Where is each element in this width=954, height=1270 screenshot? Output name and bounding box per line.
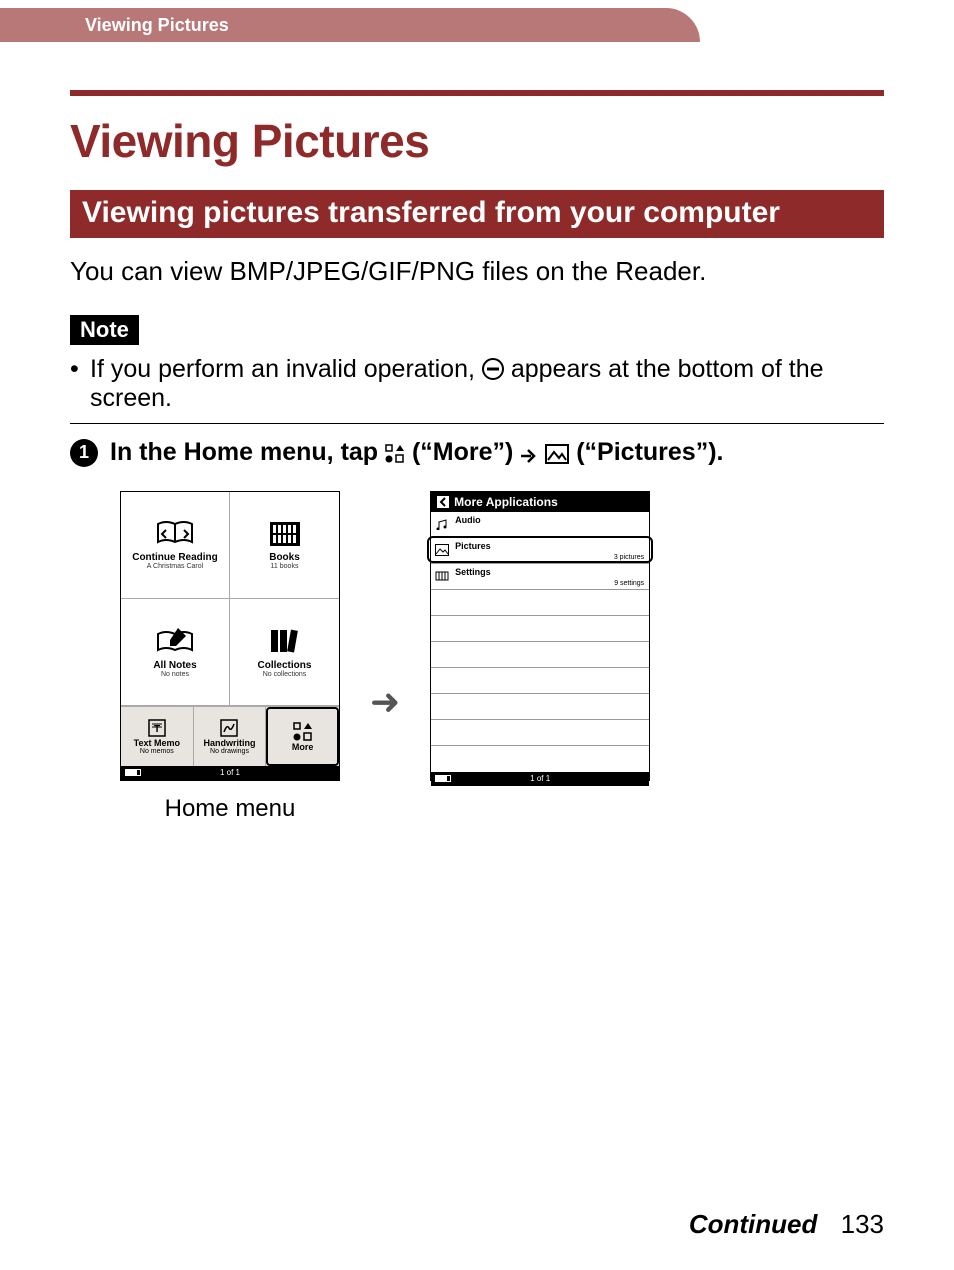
page-title: Viewing Pictures (70, 114, 884, 168)
bookshelf-icon (268, 520, 302, 548)
status-bar: 1 of 1 (121, 766, 339, 780)
list-label: Audio (455, 515, 481, 525)
home-menu-screenshot: Continue Reading A Christmas Carol Books… (120, 491, 340, 781)
cell-title: All Notes (153, 660, 196, 671)
note-text: •If you perform an invalid operation, ap… (70, 355, 884, 413)
list-label: Settings (455, 567, 491, 577)
section-heading: Viewing pictures transferred from your c… (70, 190, 884, 238)
text-memo-icon: T (147, 718, 167, 738)
list-item-empty (431, 694, 649, 720)
step-number-badge: 1 (70, 439, 98, 467)
home-cell-continue-reading: Continue Reading A Christmas Carol (121, 492, 230, 599)
battery-icon (125, 769, 141, 776)
home-menu-caption: Home menu (120, 795, 340, 823)
pictures-icon (545, 444, 569, 464)
invalid-operation-icon (482, 358, 504, 380)
continued-label: Continued (689, 1209, 818, 1239)
list-item-empty (431, 642, 649, 668)
page-footer: Continued 133 (689, 1209, 884, 1240)
battery-icon (435, 775, 451, 782)
list-item-settings: Settings 9 settings (431, 564, 649, 590)
arrow-right-large-icon: ➜ (370, 681, 400, 723)
step-more-label: (“More”) (412, 438, 520, 466)
list-item-pictures: Pictures 3 pictures (431, 538, 649, 564)
step-pictures-label: (“Pictures”). (576, 438, 723, 466)
list-count: 3 pictures (614, 554, 644, 561)
list-item-empty (431, 720, 649, 746)
cell-subtitle: No notes (161, 671, 189, 678)
home-cell-collections: Collections No collections (230, 599, 339, 706)
more-apps-title: More Applications (454, 495, 558, 509)
cell-subtitle: 11 books (271, 563, 299, 570)
step-divider (70, 423, 884, 424)
bottom-title: Handwriting (203, 738, 255, 748)
list-item-empty (431, 746, 649, 772)
figures-row: Continue Reading A Christmas Carol Books… (120, 491, 884, 823)
cell-title: Books (269, 552, 300, 563)
list-label: Pictures (455, 541, 491, 551)
collections-icon (267, 626, 303, 656)
page-content: Viewing Pictures Viewing pictures transf… (70, 90, 884, 823)
cell-subtitle: A Christmas Carol (147, 563, 203, 570)
pictures-icon (435, 544, 449, 556)
more-icon (385, 444, 405, 464)
intro-text: You can view BMP/JPEG/GIF/PNG files on t… (70, 256, 884, 287)
more-icon (293, 722, 313, 742)
bottom-title: More (292, 742, 314, 752)
page-indicator: 1 of 1 (530, 774, 550, 783)
status-bar: 1 of 1 (431, 772, 649, 786)
list-count: 9 settings (614, 580, 644, 587)
handwriting-icon (219, 718, 239, 738)
notes-icon (156, 626, 194, 656)
note-before: If you perform an invalid operation, (90, 355, 482, 383)
step-text-before: In the Home menu, tap (110, 438, 385, 466)
more-applications-screenshot: More Applications Audio Pictures 3 pictu… (430, 491, 650, 781)
home-menu-figure: Continue Reading A Christmas Carol Books… (120, 491, 340, 823)
bottom-more: More (266, 707, 339, 766)
header-tab: Viewing Pictures (0, 8, 700, 42)
cell-title: Continue Reading (132, 552, 218, 563)
bottom-title: Text Memo (134, 738, 180, 748)
section-rule (70, 90, 884, 96)
list-item-audio: Audio (431, 512, 649, 538)
page-number: 133 (841, 1209, 884, 1239)
page-indicator: 1 of 1 (220, 768, 240, 777)
arrow-right-icon (520, 448, 538, 464)
audio-icon (435, 518, 449, 530)
settings-icon (435, 570, 449, 582)
bottom-sub: No drawings (210, 748, 249, 755)
cell-subtitle: No collections (263, 671, 307, 678)
bottom-text-memo: T Text Memo No memos (121, 707, 194, 766)
list-item-empty (431, 590, 649, 616)
bottom-handwriting: Handwriting No drawings (194, 707, 267, 766)
cell-title: Collections (258, 660, 312, 671)
list-item-empty (431, 668, 649, 694)
open-book-icon (156, 520, 194, 548)
svg-text:T: T (154, 724, 160, 735)
home-cell-all-notes: All Notes No notes (121, 599, 230, 706)
more-apps-header: More Applications (431, 492, 649, 512)
home-cell-books: Books 11 books (230, 492, 339, 599)
breadcrumb: Viewing Pictures (0, 8, 700, 42)
note-badge: Note (70, 315, 139, 345)
back-icon (437, 496, 449, 508)
bottom-sub: No memos (140, 748, 174, 755)
list-item-empty (431, 616, 649, 642)
step-1: 1 In the Home menu, tap (“More”) (70, 438, 884, 467)
